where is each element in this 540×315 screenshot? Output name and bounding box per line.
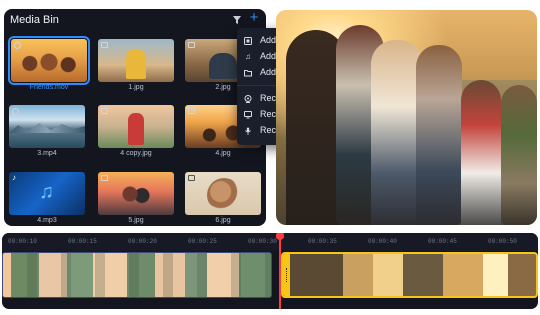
timecode-label: 00:00:45: [428, 238, 457, 245]
music-note-icon: ♫: [245, 52, 251, 61]
folder-icon: [244, 70, 252, 77]
timecode-label: 00:00:25: [188, 238, 217, 245]
preview-person: [501, 85, 537, 225]
timecode-label: 00:00:40: [368, 238, 397, 245]
video-badge-icon: [12, 108, 19, 115]
timecode-label: 00:00:35: [308, 238, 337, 245]
image-badge-icon: [101, 108, 108, 114]
image-badge-icon: [101, 42, 108, 48]
clip-trim-handle[interactable]: [283, 254, 290, 296]
media-item-friends-mov[interactable]: [8, 36, 90, 85]
microphone-icon: [245, 127, 251, 135]
media-item-label: 4.jpg: [215, 150, 231, 157]
media-item-label: 4.mp3: [37, 217, 57, 224]
media-item-label: 3.mp4: [37, 150, 57, 157]
media-item-label: 5.jpg: [128, 217, 144, 224]
timecode-label: 00:00:10: [8, 238, 37, 245]
video-badge-icon: [14, 42, 21, 49]
image-badge-icon: [188, 175, 195, 181]
preview-person: [416, 45, 462, 225]
timeline-clip-video[interactable]: [2, 252, 272, 298]
media-item-6-jpg[interactable]: [185, 172, 261, 215]
timecode-label: 00:00:30: [248, 238, 277, 245]
timeline-ruler[interactable]: 00:00:10 00:00:15 00:00:20 00:00:25 00:0…: [2, 233, 538, 251]
media-bin-title: Media Bin: [10, 14, 59, 26]
media-file-icon: [244, 37, 252, 45]
playhead[interactable]: [279, 234, 281, 309]
timeline-panel[interactable]: 00:00:10 00:00:15 00:00:20 00:00:25 00:0…: [2, 233, 538, 309]
filter-icon[interactable]: [233, 16, 241, 24]
timecode-label: 00:00:20: [128, 238, 157, 245]
image-badge-icon: [188, 42, 195, 48]
preview-person: [461, 80, 501, 225]
timecode-label: 00:00:15: [68, 238, 97, 245]
media-item-3-mp4[interactable]: [9, 105, 85, 148]
media-item-label: 6.jpg: [215, 217, 231, 224]
video-preview[interactable]: [276, 10, 537, 225]
media-item-label: 1.jpg: [128, 84, 144, 91]
monitor-icon: [244, 111, 252, 119]
music-note-icon: ♫: [39, 181, 54, 203]
webcam-icon: [244, 95, 252, 103]
media-item-4-mp3[interactable]: ♪ ♫: [9, 172, 85, 215]
media-item-1-jpg[interactable]: [98, 39, 174, 82]
media-item-4-copy-jpg[interactable]: [98, 105, 174, 148]
music-badge-icon: ♪: [12, 173, 16, 182]
media-item-label: 4 copy.jpg: [120, 150, 152, 157]
media-item-5-jpg[interactable]: [98, 172, 174, 215]
image-badge-icon: [101, 175, 108, 181]
media-item-label: Friends.mov: [29, 84, 69, 91]
image-badge-icon: [188, 108, 195, 114]
media-bin-panel: Media Bin + Friends.mov 1.jpg 2.jpg 3.mp…: [4, 9, 266, 226]
timecode-label: 00:00:50: [488, 238, 517, 245]
timeline-clip-selected[interactable]: [281, 252, 538, 298]
add-media-button[interactable]: +: [247, 10, 261, 25]
